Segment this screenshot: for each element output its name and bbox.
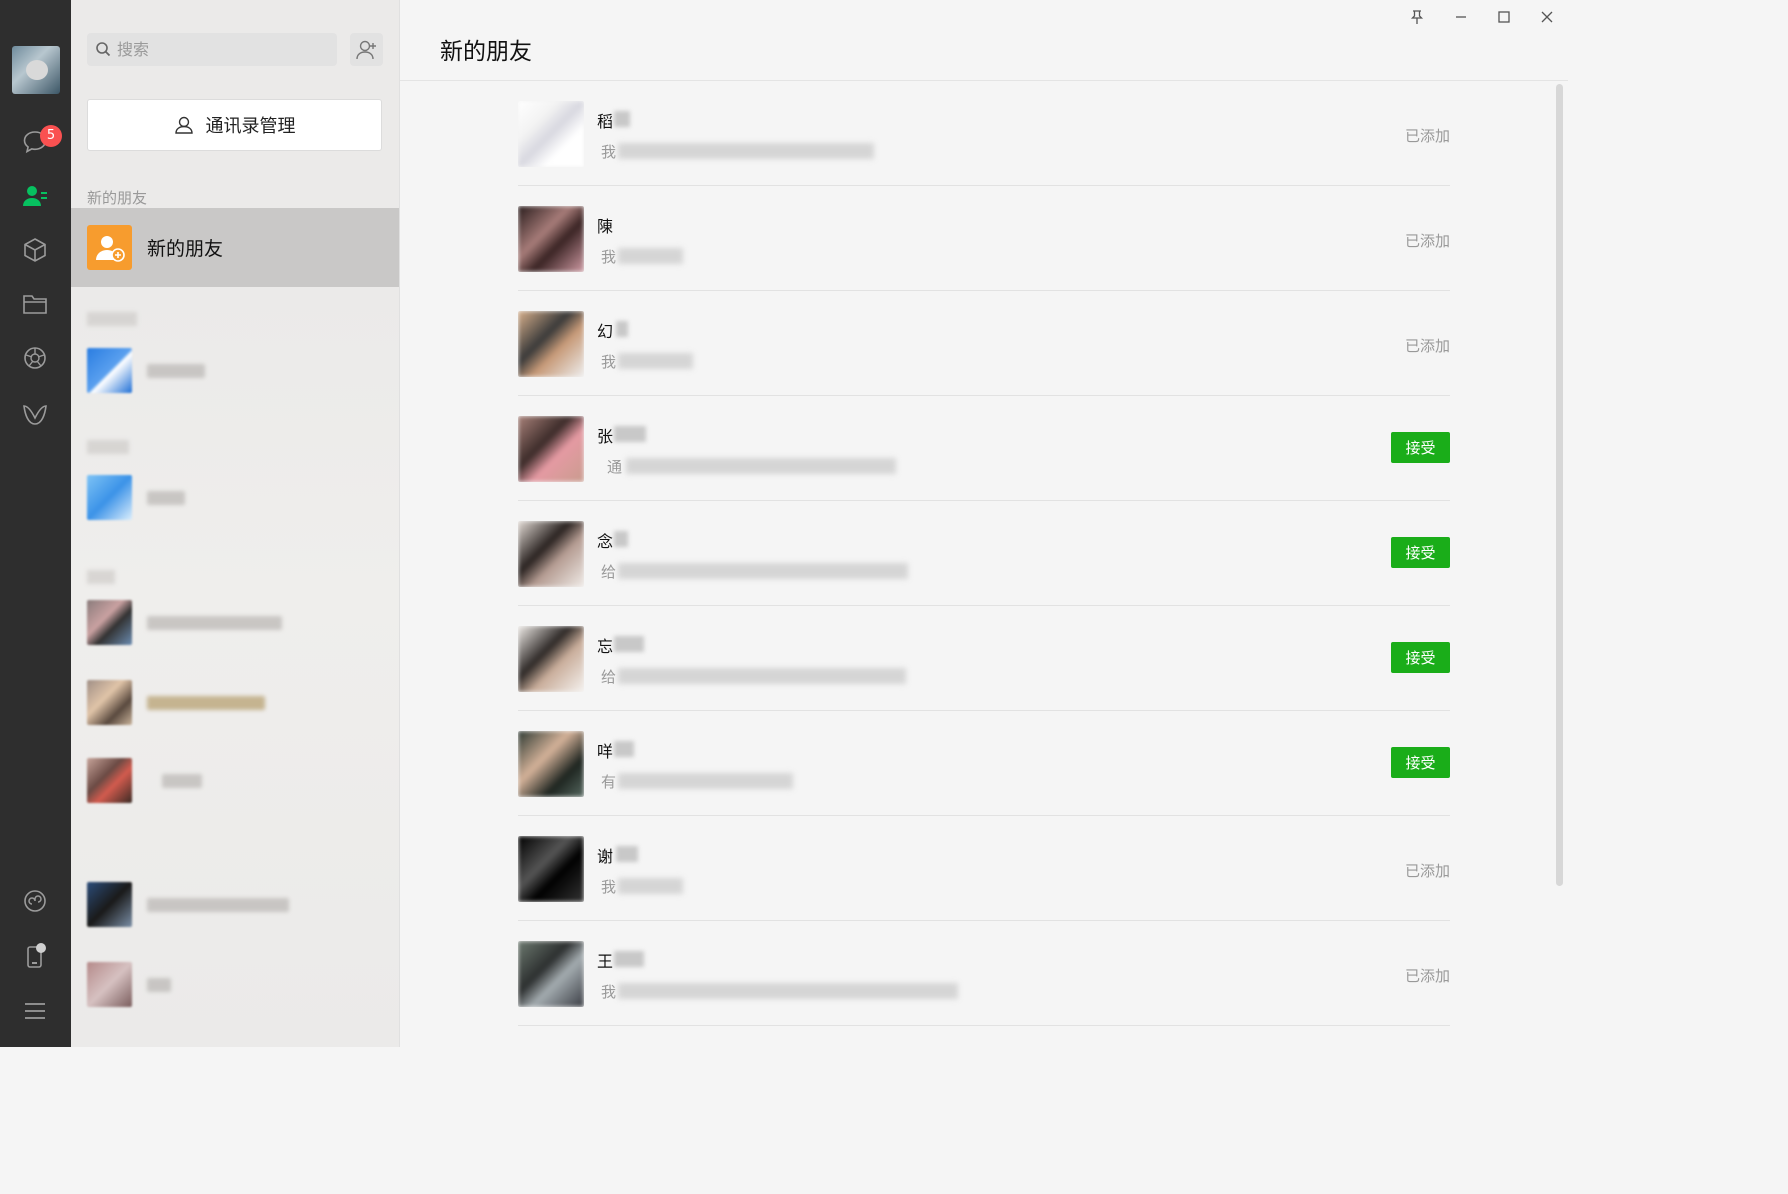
pin-button[interactable] bbox=[1406, 6, 1428, 28]
phone-icon[interactable] bbox=[20, 941, 50, 971]
request-message: 有 bbox=[601, 773, 617, 791]
request-avatar bbox=[518, 626, 584, 692]
contact-row[interactable] bbox=[87, 962, 382, 1010]
contact-row[interactable] bbox=[87, 475, 382, 523]
request-message: 我 bbox=[601, 143, 617, 161]
friend-request-row[interactable]: 稻 我 已添加 bbox=[518, 81, 1450, 186]
unread-badge: 5 bbox=[40, 125, 62, 147]
request-name: 王 bbox=[597, 952, 614, 971]
request-name: 张 bbox=[597, 427, 614, 446]
friend-request-row[interactable]: 王 我 已添加 bbox=[518, 921, 1450, 1026]
add-user-icon bbox=[355, 40, 376, 59]
request-avatar bbox=[518, 521, 584, 587]
channels-icon[interactable] bbox=[20, 400, 50, 430]
added-status: 已添加 bbox=[1404, 862, 1450, 880]
friend-request-row[interactable]: 忘 给 接受 bbox=[518, 606, 1450, 711]
section-header: 新的朋友 bbox=[87, 189, 148, 207]
minimize-button[interactable] bbox=[1450, 6, 1472, 28]
maximize-icon bbox=[1498, 11, 1510, 23]
minimize-icon bbox=[1456, 16, 1466, 18]
request-name: 稻 bbox=[597, 112, 614, 131]
friend-request-row[interactable]: 念 给 接受 bbox=[518, 501, 1450, 606]
maximize-button[interactable] bbox=[1493, 6, 1515, 28]
added-status: 已添加 bbox=[1404, 232, 1450, 250]
scrollbar[interactable] bbox=[1556, 84, 1563, 886]
request-avatar bbox=[518, 311, 584, 377]
friend-request-row[interactable]: 咩 有 接受 bbox=[518, 711, 1450, 816]
search-input[interactable] bbox=[117, 33, 327, 66]
request-avatar bbox=[518, 206, 584, 272]
added-status: 已添加 bbox=[1404, 127, 1450, 145]
moments-icon[interactable] bbox=[20, 343, 50, 373]
request-name: 咩 bbox=[597, 742, 614, 761]
accept-button[interactable]: 接受 bbox=[1391, 747, 1450, 778]
request-avatar bbox=[518, 101, 584, 167]
main-header: 新的朋友 bbox=[400, 0, 1568, 81]
person-icon bbox=[174, 116, 193, 134]
pin-icon bbox=[1410, 10, 1424, 24]
request-name: 忘 bbox=[597, 637, 614, 656]
request-message: 我 bbox=[601, 878, 617, 896]
search-bar[interactable] bbox=[87, 33, 337, 66]
main-panel: 新的朋友 稻 我 已添加 陳 我 已添加 幻 我 已添加 张 通 接受 念 给 … bbox=[399, 0, 1568, 1047]
wechat-window: 5 搜索 通讯录管理 新的朋友 新的朋友 新的朋友 稻 我 已添加 陳 我 已添… bbox=[0, 0, 1568, 1047]
request-message: 通 bbox=[607, 458, 623, 476]
contacts-icon[interactable] bbox=[20, 181, 50, 211]
close-icon bbox=[1541, 11, 1553, 23]
close-button[interactable] bbox=[1536, 6, 1558, 28]
friend-request-row[interactable]: 幻 我 已添加 bbox=[518, 291, 1450, 396]
search-icon bbox=[96, 42, 111, 57]
request-avatar bbox=[518, 836, 584, 902]
accept-button[interactable]: 接受 bbox=[1391, 537, 1450, 568]
accept-button[interactable]: 接受 bbox=[1391, 432, 1450, 463]
friend-request-row[interactable]: 谢 我 已添加 bbox=[518, 816, 1450, 921]
request-message: 我 bbox=[601, 248, 617, 266]
request-avatar bbox=[518, 731, 584, 797]
contact-row[interactable] bbox=[87, 758, 382, 806]
menu-icon[interactable] bbox=[20, 996, 50, 1026]
add-contact-button[interactable] bbox=[350, 33, 383, 66]
nav-sidebar: 5 bbox=[0, 0, 71, 1047]
manage-label: 通讯录管理 bbox=[205, 116, 296, 137]
added-status: 已添加 bbox=[1404, 337, 1450, 355]
friend-request-row[interactable]: 陳 我 已添加 bbox=[518, 186, 1450, 291]
request-name: 念 bbox=[597, 532, 614, 551]
request-message: 给 bbox=[601, 563, 617, 581]
new-friend-icon bbox=[87, 225, 132, 270]
request-message: 我 bbox=[601, 983, 617, 1001]
contacts-panel: 通讯录管理 新的朋友 新的朋友 bbox=[71, 0, 399, 1047]
friend-request-row[interactable]: 张 通 接受 bbox=[518, 396, 1450, 501]
contact-row[interactable] bbox=[87, 882, 382, 930]
accept-button[interactable]: 接受 bbox=[1391, 642, 1450, 673]
page-title: 新的朋友 bbox=[440, 39, 532, 65]
request-avatar bbox=[518, 941, 584, 1007]
request-message: 我 bbox=[601, 353, 617, 371]
request-name: 陳 bbox=[597, 217, 614, 236]
contacts-manage-button[interactable]: 通讯录管理 bbox=[87, 99, 382, 151]
friend-request-list: 稻 我 已添加 陳 我 已添加 幻 我 已添加 张 通 接受 念 给 接受 忘 … bbox=[518, 81, 1450, 1026]
mini-program-icon[interactable] bbox=[20, 886, 50, 916]
request-message: 给 bbox=[601, 668, 617, 686]
favorites-icon[interactable] bbox=[20, 235, 50, 265]
new-friends-entry[interactable]: 新的朋友 bbox=[71, 208, 399, 287]
user-avatar[interactable] bbox=[12, 46, 60, 94]
contact-row[interactable] bbox=[87, 600, 382, 648]
contact-row[interactable] bbox=[87, 680, 382, 728]
contact-list-blurred bbox=[71, 290, 399, 1047]
request-name: 谢 bbox=[597, 847, 614, 866]
new-friends-label: 新的朋友 bbox=[147, 238, 224, 260]
request-avatar bbox=[518, 416, 584, 482]
request-name: 幻 bbox=[597, 322, 614, 341]
contact-row[interactable] bbox=[87, 348, 382, 396]
files-icon[interactable] bbox=[20, 289, 50, 319]
added-status: 已添加 bbox=[1404, 967, 1450, 985]
